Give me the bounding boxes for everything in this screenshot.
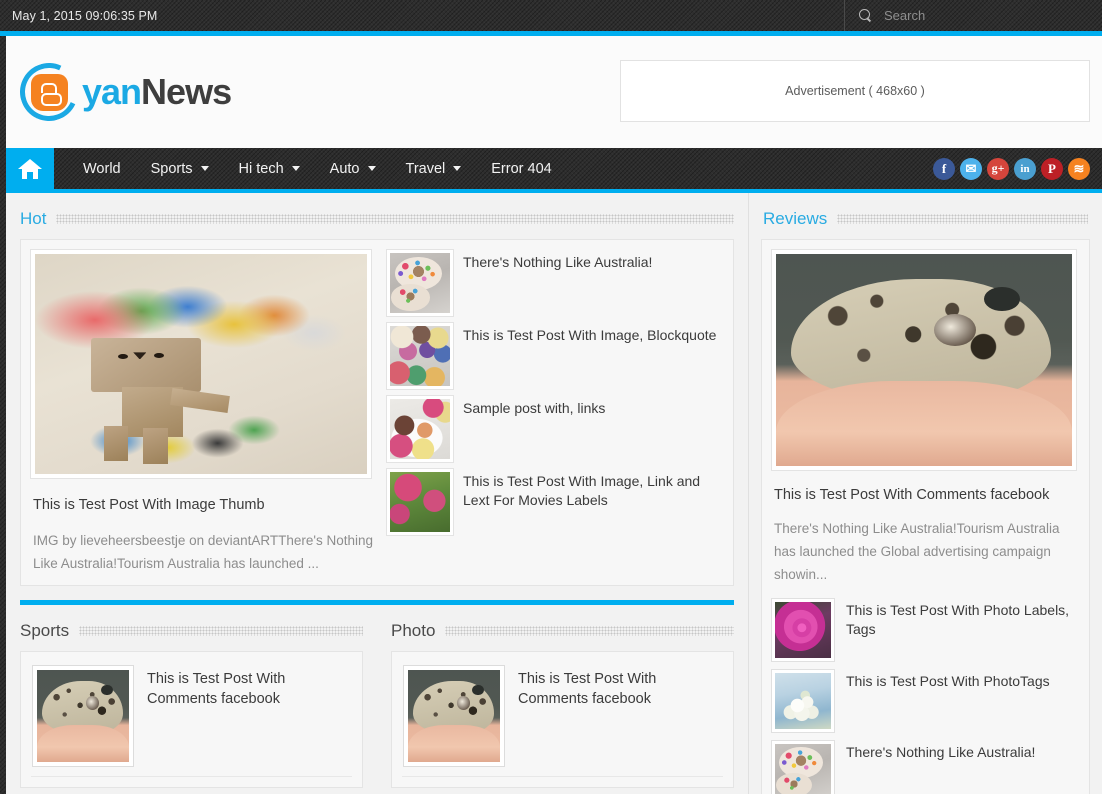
sports-section-title: Sports [20, 621, 70, 641]
section-dotted-rule [837, 214, 1088, 224]
google-plus-icon[interactable]: g+ [987, 157, 1009, 180]
reviews-featured-image[interactable] [771, 249, 1077, 471]
hot-featured-excerpt: IMG by lieveheersbeestje on deviantARTTh… [33, 532, 374, 572]
post-thumbnail[interactable] [386, 468, 454, 536]
logo-text-primary: yan [82, 71, 142, 112]
hot-post-list: There's Nothing Like Australia! This is T… [386, 249, 723, 575]
hot-featured-image[interactable] [30, 249, 372, 479]
reviews-featured-excerpt: There's Nothing Like Australia!Tourism A… [774, 521, 1060, 583]
list-item[interactable]: This is Test Post With Photo Labels, Tag… [771, 597, 1079, 662]
list-item[interactable]: There's Nothing Like Australia! [386, 249, 723, 317]
nav-item-label: Auto [329, 160, 360, 177]
nav-item-label: World [83, 160, 121, 177]
photo-section-title: Photo [391, 621, 436, 641]
pinterest-icon[interactable]: P [1041, 157, 1063, 180]
list-item[interactable]: Sample post with, links [386, 395, 723, 463]
list-divider [31, 776, 352, 778]
sports-section-card: This is Test Post With Comments facebook [20, 651, 363, 789]
search-input[interactable] [884, 8, 1074, 23]
reviews-section-card: This is Test Post With Comments facebook… [761, 239, 1090, 794]
chevron-down-icon [200, 166, 209, 171]
current-datetime: May 1, 2015 09:06:35 PM [12, 8, 158, 23]
post-title[interactable]: This is Test Post With Image, Blockquote [463, 323, 716, 345]
lower-sections-grid: Sports This is Test Post With Comments f… [6, 605, 748, 789]
post-thumbnail[interactable] [386, 249, 454, 317]
header-advertisement[interactable]: Advertisement ( 468x60 ) [620, 60, 1090, 122]
post-title[interactable]: There's Nothing Like Australia! [846, 741, 1035, 762]
logo-text-secondary: News [141, 71, 232, 112]
post-title[interactable]: This is Test Post With Comments facebook [147, 666, 350, 709]
post-title[interactable]: This is Test Post With PhotoTags [846, 670, 1050, 691]
main-column: Hot This is Test Post With Image Thumb I… [6, 193, 748, 794]
nav-item-auto[interactable]: Auto [315, 148, 391, 189]
sidebar-column: Reviews This is Test Post With Comments … [749, 193, 1102, 794]
list-item[interactable]: This is Test Post With PhotoTags [771, 668, 1079, 733]
chevron-down-icon [291, 166, 300, 171]
social-links: f ✉ g+ in P ≋ [933, 148, 1102, 189]
nav-item-label: Hi tech [238, 160, 284, 177]
rss-icon[interactable]: ≋ [1068, 157, 1090, 180]
reviews-section-header: Reviews [749, 193, 1102, 239]
facebook-icon[interactable]: f [933, 157, 955, 180]
reviews-post-list: This is Test Post With Photo Labels, Tag… [771, 597, 1079, 794]
chevron-down-icon [367, 166, 376, 171]
nav-item-hi-tech[interactable]: Hi tech [224, 148, 315, 189]
post-title[interactable]: This is Test Post With Comments facebook [518, 666, 721, 709]
site-header: yanNews Advertisement ( 468x60 ) [6, 36, 1102, 148]
photo-section: Photo This is Test Post With Comments fa… [377, 605, 748, 789]
list-item[interactable]: This is Test Post With Image, Link and L… [386, 468, 723, 536]
list-divider [402, 776, 723, 778]
photo-section-card: This is Test Post With Comments facebook [391, 651, 734, 789]
nav-item-list: World Sports Hi tech Auto Travel Error 404 [54, 148, 567, 189]
main-navigation: World Sports Hi tech Auto Travel Error 404 f ✉… [6, 148, 1102, 189]
list-item[interactable]: This is Test Post With Comments facebook [31, 662, 352, 774]
home-icon [18, 158, 42, 179]
reviews-section-title: Reviews [763, 209, 828, 228]
list-item[interactable]: There's Nothing Like Australia! [771, 739, 1079, 794]
chevron-down-icon [453, 166, 462, 171]
linkedin-icon[interactable]: in [1014, 157, 1036, 180]
list-item[interactable]: This is Test Post With Comments facebook [402, 662, 723, 774]
hot-section-title: Hot [20, 209, 47, 228]
list-item[interactable]: This is Test Post With Image, Blockquote [386, 322, 723, 390]
search-icon [859, 9, 872, 22]
post-thumbnail[interactable] [386, 322, 454, 390]
blogger-b-icon [11, 54, 87, 130]
site-logo[interactable]: yanNews [11, 54, 232, 130]
post-title[interactable]: There's Nothing Like Australia! [463, 250, 652, 272]
topbar: May 1, 2015 09:06:35 PM [0, 0, 1102, 31]
twitter-icon[interactable]: ✉ [960, 157, 982, 180]
nav-item-label: Travel [405, 160, 446, 177]
nav-item-label: Error 404 [491, 160, 552, 177]
hot-featured-title[interactable]: This is Test Post With Image Thumb [33, 496, 377, 515]
nav-item-sports[interactable]: Sports [136, 148, 224, 189]
nav-item-world[interactable]: World [68, 148, 136, 189]
post-thumbnail[interactable] [386, 395, 454, 463]
post-title[interactable]: This is Test Post With Image, Link and L… [463, 469, 723, 511]
reviews-featured-title[interactable]: This is Test Post With Comments facebook [774, 487, 1079, 503]
nav-item-travel[interactable]: Travel [391, 148, 477, 189]
post-title[interactable]: This is Test Post With Photo Labels, Tag… [846, 599, 1079, 640]
section-dotted-rule [445, 626, 734, 637]
post-title[interactable]: Sample post with, links [463, 396, 605, 418]
advertisement-label: Advertisement ( 468x60 ) [785, 84, 925, 98]
hot-featured-post[interactable]: This is Test Post With Image Thumb IMG b… [30, 249, 377, 575]
post-thumbnail[interactable] [771, 668, 835, 733]
post-thumbnail[interactable] [771, 739, 835, 794]
sports-section: Sports This is Test Post With Comments f… [6, 605, 377, 789]
section-dotted-rule [79, 626, 363, 637]
hot-section-card: This is Test Post With Image Thumb IMG b… [20, 239, 734, 587]
content-area: Hot This is Test Post With Image Thumb I… [6, 193, 1102, 794]
post-thumbnail[interactable] [403, 665, 505, 768]
section-dotted-rule [56, 214, 734, 224]
nav-item-error-404[interactable]: Error 404 [476, 148, 566, 189]
hot-section-header: Hot [6, 193, 748, 239]
post-thumbnail[interactable] [771, 597, 835, 662]
search-box[interactable] [844, 0, 1102, 31]
nav-home-button[interactable] [6, 148, 54, 189]
post-thumbnail[interactable] [32, 665, 134, 768]
nav-item-label: Sports [150, 160, 193, 177]
